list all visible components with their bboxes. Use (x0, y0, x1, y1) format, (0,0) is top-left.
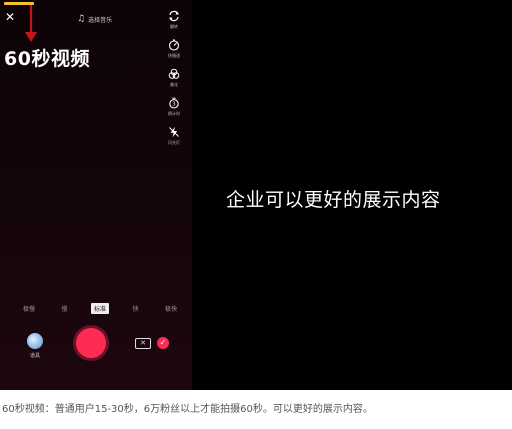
music-note-icon: ♫ (77, 14, 86, 24)
screenshot-frame: ✕ ♫ 选择音乐 60秒视频 翻转 快慢速 美化 3 倒计时 闪光灯 极慢 慢 … (0, 0, 512, 390)
speed-option-very-slow[interactable]: 极慢 (20, 303, 38, 314)
speed-selector: 极慢 慢 标准 快 极快 (20, 303, 180, 314)
image-caption: 60秒视频：普通用户15-30秒，6万粉丝以上才能拍摄60秒。可以更好的展示内容… (2, 404, 373, 415)
tool-flip[interactable]: 翻转 (163, 10, 185, 39)
tool-speed[interactable]: 快慢速 (163, 39, 185, 68)
tool-flash[interactable]: 闪光灯 (163, 126, 185, 155)
select-music-button[interactable]: ♫ 选择音乐 (77, 14, 112, 24)
record-button[interactable] (76, 328, 106, 358)
speed-option-slow[interactable]: 慢 (58, 303, 70, 314)
speed-option-normal[interactable]: 标准 (90, 303, 109, 314)
effects-label: 道具 (29, 353, 40, 359)
promo-text: 企业可以更好的展示内容 (226, 189, 441, 211)
tool-timer[interactable]: 3 倒计时 (163, 97, 185, 126)
speed-option-very-fast[interactable]: 极快 (162, 303, 180, 314)
tool-label: 倒计时 (168, 111, 180, 116)
camera-screen: ✕ ♫ 选择音乐 60秒视频 翻转 快慢速 美化 3 倒计时 闪光灯 极慢 慢 … (0, 0, 192, 390)
check-icon: ✓ (159, 338, 167, 347)
confirm-button[interactable]: ✓ (157, 337, 169, 349)
delete-icon: ✕ (140, 339, 146, 347)
overlay-title: 60秒视频 (4, 48, 90, 70)
tool-label: 快慢速 (168, 53, 180, 58)
svg-text:3: 3 (172, 102, 175, 108)
tool-label: 美化 (170, 82, 178, 87)
flash-icon (169, 126, 179, 138)
flip-camera-icon (169, 10, 179, 22)
tool-label: 闪光灯 (168, 140, 180, 145)
speed-icon (168, 39, 180, 51)
delete-segment-button[interactable]: ✕ (135, 338, 151, 349)
close-icon[interactable]: ✕ (5, 11, 15, 23)
timer-icon: 3 (169, 97, 179, 109)
select-music-label: 选择音乐 (88, 16, 113, 24)
tool-label: 翻转 (170, 24, 178, 29)
tool-beauty[interactable]: 美化 (163, 68, 185, 97)
speed-option-fast[interactable]: 快 (129, 303, 141, 314)
camera-tools: 翻转 快慢速 美化 3 倒计时 闪光灯 (163, 10, 185, 155)
beauty-icon (168, 68, 180, 79)
effects-icon[interactable] (27, 333, 43, 349)
red-arrow-annotation (25, 5, 37, 42)
